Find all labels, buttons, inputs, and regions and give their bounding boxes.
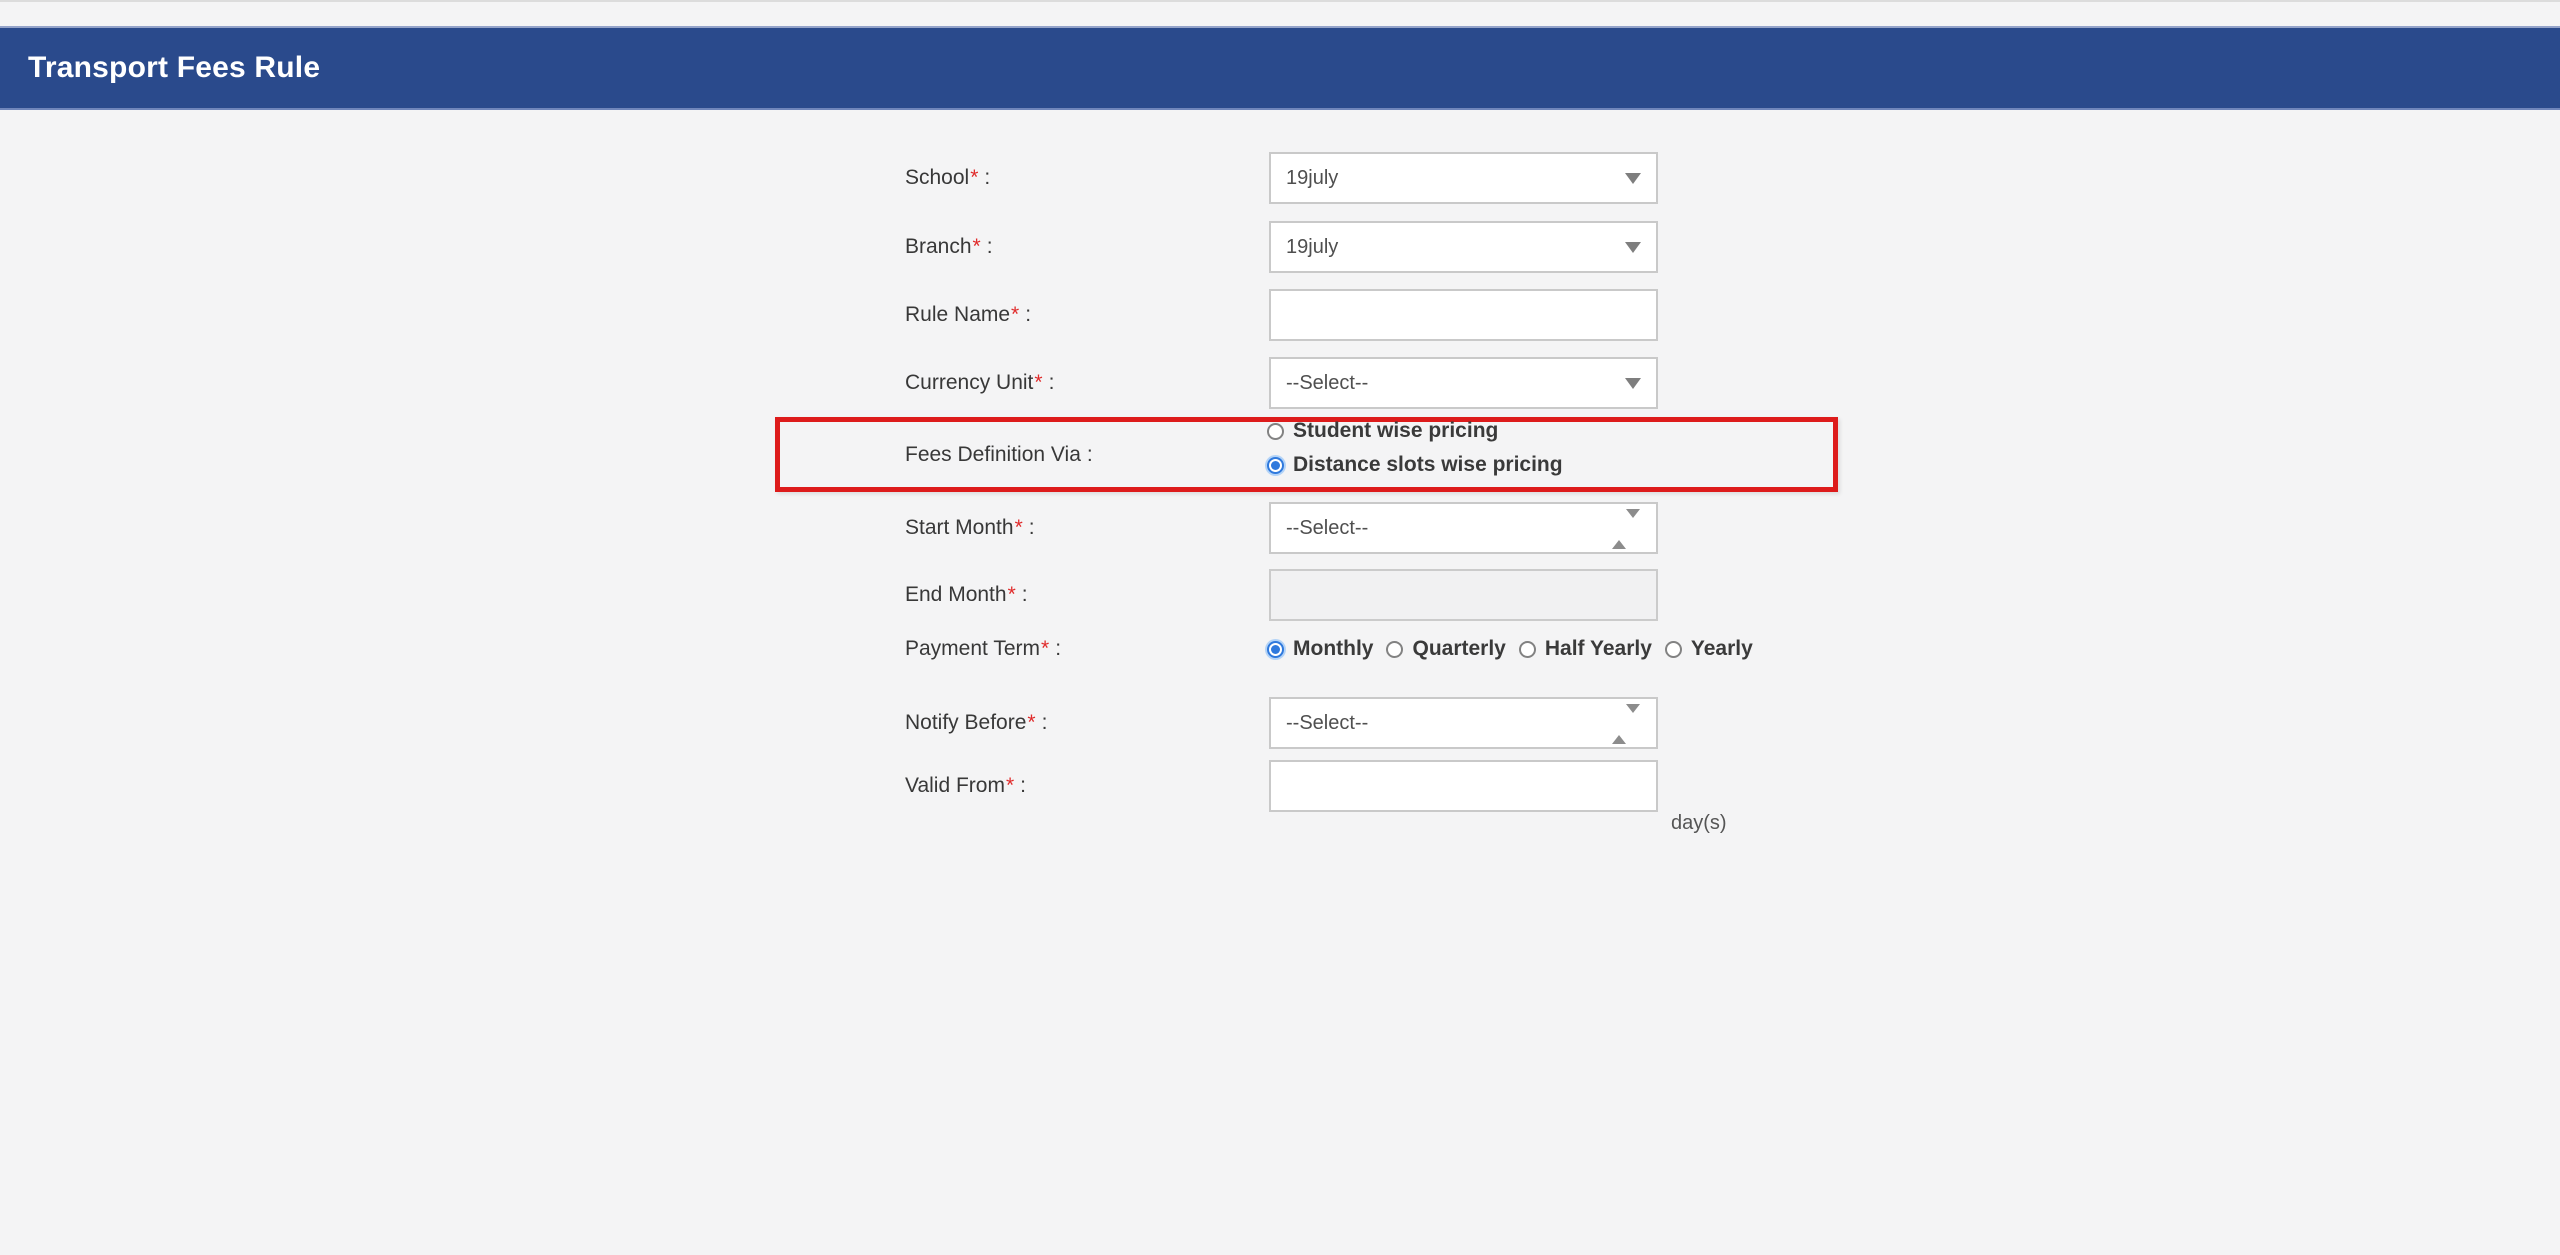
- start-month-select[interactable]: --Select--: [1269, 502, 1658, 554]
- select-spinner-icon: [1612, 713, 1640, 736]
- rule-name-label: Rule Name*:: [905, 289, 1031, 341]
- chevron-down-icon: [1625, 173, 1641, 184]
- currency-unit-select[interactable]: --Select--: [1269, 357, 1658, 409]
- branch-select-value: 19july: [1286, 236, 1656, 259]
- school-select-value: 19july: [1286, 167, 1656, 190]
- required-marker: *: [1041, 637, 1049, 661]
- required-marker: *: [1034, 371, 1042, 395]
- school-label: School*:: [905, 152, 990, 204]
- branch-label: Branch*:: [905, 221, 993, 273]
- branch-select[interactable]: 19july: [1269, 221, 1658, 273]
- notify-before-select[interactable]: --Select--: [1269, 697, 1658, 749]
- branch-row: Branch*: 19july: [0, 221, 2560, 273]
- page: { "colors": { "header_bg": "#2a4a8c", "h…: [0, 0, 2560, 1255]
- page-header: Transport Fees Rule: [0, 26, 2560, 110]
- currency-unit-label: Currency Unit*:: [905, 357, 1054, 409]
- end-month-input: [1269, 569, 1658, 621]
- notify-before-label: Notify Before*:: [905, 697, 1047, 749]
- days-suffix-text: day(s): [1671, 812, 1727, 835]
- radio-monthly[interactable]: Monthly: [1267, 637, 1373, 661]
- chevron-down-icon: [1625, 242, 1641, 253]
- radio-half-yearly[interactable]: Half Yearly: [1519, 637, 1652, 661]
- required-marker: *: [970, 166, 978, 190]
- end-month-label: End Month*:: [905, 569, 1028, 621]
- fees-definition-options: Student wise pricing Distance slots wise…: [1267, 414, 1563, 482]
- payment-term-label: Payment Term*:: [905, 632, 1061, 666]
- currency-unit-row: Currency Unit*: --Select--: [0, 357, 2560, 409]
- valid-from-label: Valid From*:: [905, 760, 1026, 812]
- required-marker: *: [1027, 711, 1035, 735]
- required-marker: *: [1008, 583, 1016, 607]
- radio-student-wise-pricing[interactable]: Student wise pricing: [1267, 419, 1498, 443]
- page-title: Transport Fees Rule: [0, 51, 320, 85]
- radio-icon: [1267, 423, 1284, 440]
- fees-definition-label: Fees Definition Via:: [905, 417, 1093, 492]
- radio-icon: [1519, 641, 1536, 658]
- payment-term-row: Payment Term*: Monthly Quarterly Half Ye…: [0, 632, 2560, 666]
- radio-selected-icon: [1267, 641, 1284, 658]
- school-row: School*: 19july: [0, 152, 2560, 204]
- start-month-label: Start Month*:: [905, 502, 1035, 554]
- payment-term-options: Monthly Quarterly Half Yearly Yearly: [1267, 632, 1753, 666]
- chevron-down-icon: [1625, 378, 1641, 389]
- radio-icon: [1665, 641, 1682, 658]
- radio-quarterly[interactable]: Quarterly: [1386, 637, 1505, 661]
- required-marker: *: [1006, 774, 1014, 798]
- select-spinner-icon: [1612, 518, 1640, 541]
- required-marker: *: [1011, 303, 1019, 327]
- rule-name-input[interactable]: [1269, 289, 1658, 341]
- required-marker: *: [1015, 516, 1023, 540]
- school-select[interactable]: 19july: [1269, 152, 1658, 204]
- start-month-row: Start Month*: --Select--: [0, 502, 2560, 554]
- notify-before-row: Notify Before*: --Select--: [0, 697, 2560, 749]
- valid-from-input[interactable]: [1269, 760, 1658, 812]
- radio-yearly[interactable]: Yearly: [1665, 637, 1753, 661]
- required-marker: *: [973, 235, 981, 259]
- radio-selected-icon: [1267, 457, 1284, 474]
- radio-icon: [1386, 641, 1403, 658]
- valid-from-row: Valid From*:: [0, 760, 2560, 812]
- rule-name-row: Rule Name*:: [0, 289, 2560, 341]
- start-month-select-value: --Select--: [1286, 517, 1656, 540]
- notify-before-select-value: --Select--: [1286, 712, 1656, 735]
- end-month-row: End Month*:: [0, 569, 2560, 621]
- currency-unit-select-value: --Select--: [1286, 372, 1656, 395]
- radio-distance-slots-wise-pricing[interactable]: Distance slots wise pricing: [1267, 453, 1563, 477]
